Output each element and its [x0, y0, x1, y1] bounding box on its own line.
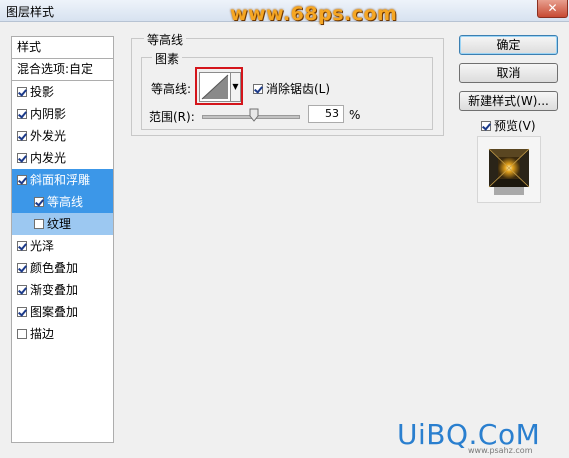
preview-checkbox[interactable]: 预览(V) [481, 117, 536, 134]
styles-list: 样式 混合选项:自定 投影内阴影外发光内发光斜面和浮雕等高线纹理光泽颜色叠加渐变… [11, 36, 114, 443]
style-item-label: 渐变叠加 [30, 283, 79, 297]
style-item-label: 光泽 [30, 239, 55, 253]
style-item-checkbox[interactable] [17, 307, 27, 317]
anti-alias-checkbox[interactable]: 消除锯齿(L) [253, 80, 330, 97]
elements-group-title: 图素 [152, 50, 183, 67]
window-title: 图层样式 [6, 5, 55, 19]
style-item-label: 斜面和浮雕 [30, 173, 91, 187]
style-item[interactable]: 颜色叠加 [12, 257, 113, 279]
contour-label: 等高线: [151, 82, 192, 96]
style-item-checkbox[interactable] [17, 131, 27, 141]
blending-options-item[interactable]: 混合选项:自定 [12, 59, 113, 81]
style-item[interactable]: 描边 [12, 323, 113, 345]
chevron-down-icon: ▼ [232, 82, 239, 91]
cancel-button[interactable]: 取消 [459, 63, 558, 83]
range-input[interactable]: 53 [308, 105, 344, 123]
style-item-checkbox[interactable] [17, 263, 27, 273]
style-item[interactable]: 等高线 [12, 191, 113, 213]
preview-check[interactable] [481, 121, 491, 131]
style-item-checkbox[interactable] [17, 109, 27, 119]
style-item-label: 图案叠加 [30, 305, 79, 319]
style-item-label: 等高线 [47, 195, 84, 209]
range-slider-thumb[interactable] [249, 108, 259, 122]
ok-button[interactable]: 确定 [459, 35, 558, 55]
anti-alias-label: 消除锯齿(L) [266, 82, 331, 96]
watermark-top: www.68ps.com [230, 3, 398, 25]
style-item[interactable]: 投影 [12, 81, 113, 103]
style-item-checkbox[interactable] [34, 219, 44, 229]
close-icon: ✕ [547, 1, 558, 15]
anti-alias-check[interactable] [253, 84, 263, 94]
contour-dropdown-button[interactable]: ▼ [231, 72, 241, 102]
close-button[interactable]: ✕ [537, 0, 568, 18]
style-item-label: 投影 [30, 85, 55, 99]
preview-label: 预览(V) [494, 119, 536, 133]
style-item-label: 内阴影 [30, 107, 67, 121]
new-style-button[interactable]: 新建样式(W)... [459, 91, 558, 111]
style-item-label: 纹理 [47, 217, 72, 231]
contour-group-title: 等高线 [144, 31, 187, 48]
style-item[interactable]: 纹理 [12, 213, 113, 235]
style-item-checkbox[interactable] [17, 87, 27, 97]
style-item-checkbox[interactable] [17, 175, 27, 185]
style-item-checkbox[interactable] [34, 197, 44, 207]
style-item-label: 描边 [30, 327, 55, 341]
style-item[interactable]: 外发光 [12, 125, 113, 147]
style-preview-thumbnail [477, 136, 541, 203]
watermark-small: www.psahz.com [468, 446, 533, 455]
style-item[interactable]: 内阴影 [12, 103, 113, 125]
range-label: 范围(R): [149, 110, 195, 124]
style-item-label: 外发光 [30, 129, 67, 143]
style-item-checkbox[interactable] [17, 241, 27, 251]
style-item[interactable]: 渐变叠加 [12, 279, 113, 301]
styles-header[interactable]: 样式 [12, 37, 113, 59]
style-item-label: 颜色叠加 [30, 261, 79, 275]
range-unit: % [349, 108, 361, 122]
contour-curve-icon [201, 74, 229, 100]
contour-picker[interactable] [199, 72, 231, 102]
preview-bevel-image [488, 148, 530, 195]
style-item[interactable]: 光泽 [12, 235, 113, 257]
style-item-checkbox[interactable] [17, 329, 27, 339]
style-item[interactable]: 内发光 [12, 147, 113, 169]
style-item-checkbox[interactable] [17, 153, 27, 163]
style-item[interactable]: 斜面和浮雕 [12, 169, 113, 191]
style-item-checkbox[interactable] [17, 285, 27, 295]
style-item-label: 内发光 [30, 151, 67, 165]
style-item[interactable]: 图案叠加 [12, 301, 113, 323]
